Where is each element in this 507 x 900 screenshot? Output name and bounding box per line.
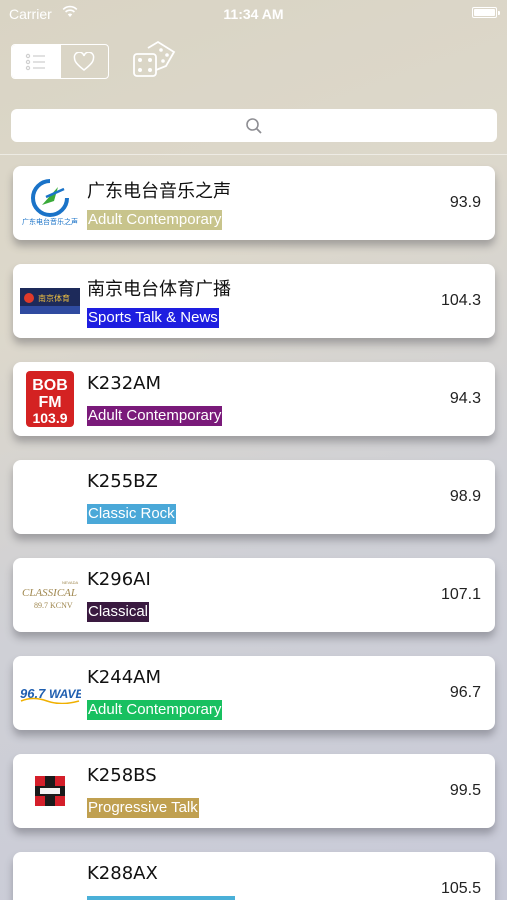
station-card[interactable]: K288AX 105.5 bbox=[13, 852, 495, 900]
station-name: 南京电台体育广播 bbox=[87, 279, 231, 300]
station-name: K255BZ bbox=[87, 471, 158, 492]
search-bar[interactable] bbox=[11, 109, 497, 142]
svg-text:NEVADA: NEVADA bbox=[62, 580, 78, 585]
genre-badge: Sports Talk & News bbox=[87, 308, 219, 328]
genre-badge: Adult Contemporary bbox=[87, 406, 223, 426]
station-card[interactable]: CLASSICAL 89.7 KCNV NEVADA K296AI Classi… bbox=[13, 558, 495, 632]
station-name: K296AI bbox=[87, 569, 151, 590]
station-name: K288AX bbox=[87, 863, 158, 884]
svg-text:103.9: 103.9 bbox=[32, 410, 67, 426]
station-name: 广东电台音乐之声 bbox=[87, 181, 231, 202]
genre-badge: Classic Rock bbox=[87, 504, 176, 524]
station-frequency: 99.5 bbox=[449, 782, 481, 799]
station-name: K258BS bbox=[87, 765, 157, 786]
status-bar: Carrier 11:34 AM bbox=[0, 0, 507, 28]
favorites-mode-segment[interactable] bbox=[59, 45, 109, 78]
station-card[interactable]: 广东电台音乐之声 广东电台音乐之声 Adult Contemporary 93.… bbox=[13, 166, 495, 240]
list-icon bbox=[25, 53, 45, 70]
view-mode-segmented-control[interactable] bbox=[11, 44, 109, 79]
station-card[interactable]: 南京体育 南京电台体育广播 Sports Talk & News 104.3 bbox=[13, 264, 495, 338]
station-card[interactable]: 96.7 WAVE K244AM Adult Contemporary 96.7 bbox=[13, 656, 495, 730]
station-frequency: 94.3 bbox=[449, 390, 481, 407]
status-time: 11:34 AM bbox=[223, 6, 284, 22]
station-logo-empty bbox=[19, 860, 81, 900]
station-name: K244AM bbox=[87, 667, 162, 688]
genre-badge: Progressive Talk bbox=[87, 798, 199, 818]
station-card[interactable]: K258BS Progressive Talk 99.5 bbox=[13, 754, 495, 828]
guangdong-radio-logo: 广东电台音乐之声 bbox=[19, 174, 81, 232]
search-input[interactable] bbox=[11, 109, 497, 142]
station-logo-empty bbox=[19, 468, 81, 526]
station-frequency: 105.5 bbox=[440, 880, 481, 897]
genre-badge: Adult Contemporary bbox=[87, 700, 223, 720]
genre-badge: Classical bbox=[87, 602, 150, 622]
station-name: K232AM bbox=[87, 373, 162, 394]
svg-text:89.7 KCNV: 89.7 KCNV bbox=[34, 601, 73, 610]
classical-kcnv-logo: CLASSICAL 89.7 KCNV NEVADA bbox=[19, 566, 81, 624]
bob-fm-logo: BOB FM 103.9 bbox=[19, 370, 81, 428]
station-card[interactable]: BOB FM 103.9 K232AM Adult Contemporary 9… bbox=[13, 362, 495, 436]
list-mode-segment[interactable] bbox=[12, 45, 60, 78]
station-frequency: 107.1 bbox=[440, 586, 481, 603]
station-frequency: 93.9 bbox=[449, 194, 481, 211]
progressive-talk-logo bbox=[19, 762, 81, 820]
wave-logo: 96.7 WAVE bbox=[19, 664, 81, 722]
station-frequency: 98.9 bbox=[449, 488, 481, 505]
svg-text:CLASSICAL: CLASSICAL bbox=[22, 587, 77, 599]
genre-badge bbox=[87, 896, 235, 900]
heart-icon bbox=[73, 51, 95, 71]
station-frequency: 104.3 bbox=[440, 292, 481, 309]
nanjing-sports-logo: 南京体育 bbox=[19, 272, 81, 330]
svg-text:WAVE: WAVE bbox=[49, 687, 81, 701]
station-frequency: 96.7 bbox=[449, 684, 481, 701]
svg-text:BOB: BOB bbox=[32, 377, 68, 394]
svg-text:南京体育: 南京体育 bbox=[38, 293, 70, 303]
svg-text:广东电台音乐之声: 广东电台音乐之声 bbox=[22, 217, 78, 226]
svg-text:FM: FM bbox=[38, 394, 61, 411]
genre-badge: Adult Contemporary bbox=[87, 210, 223, 230]
station-card[interactable]: K255BZ Classic Rock 98.9 bbox=[13, 460, 495, 534]
dice-icon[interactable] bbox=[132, 40, 176, 80]
divider bbox=[0, 154, 507, 155]
battery-icon bbox=[472, 7, 500, 18]
